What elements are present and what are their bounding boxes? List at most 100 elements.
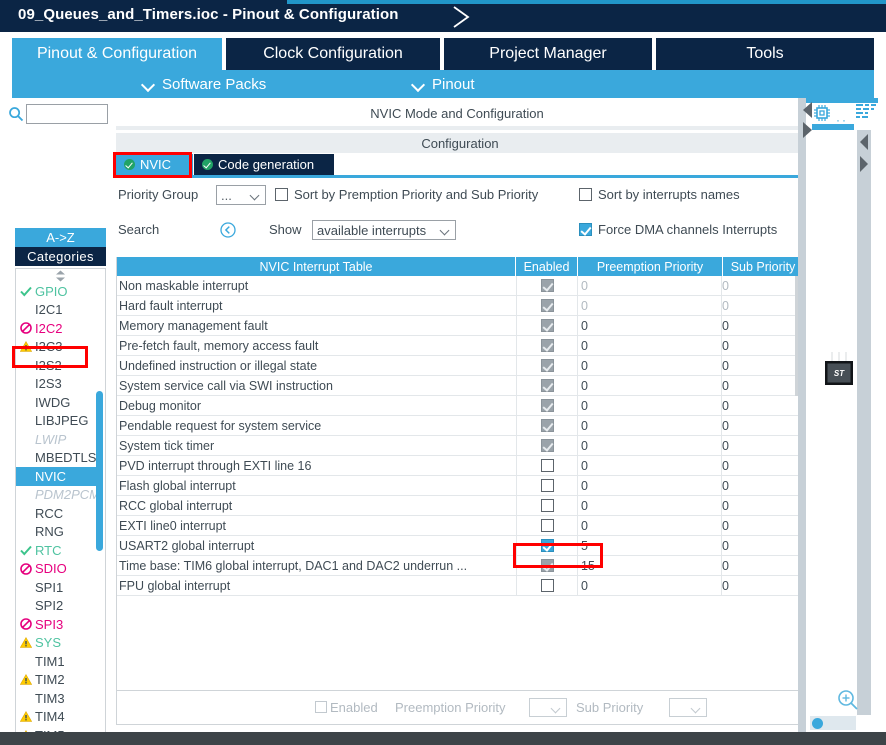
preemption-priority-cell[interactable]: 0 [581,579,588,593]
sidebar-item-spi1[interactable]: SPI1 [16,578,98,597]
tab-project-manager[interactable]: Project Manager [444,38,654,70]
table-row[interactable]: Undefined instruction or illegal state 0 0 [117,356,803,376]
force-dma-checkbox[interactable] [579,223,592,236]
sub-priority-cell[interactable]: 0 [722,519,729,533]
preemption-priority-cell[interactable]: 15 [581,559,595,573]
chip-preview-graphic[interactable]: ST [822,352,856,388]
config-tab-nvic[interactable]: NVIC [116,154,193,175]
preemption-priority-cell[interactable]: 0 [581,419,588,433]
table-row[interactable]: USART2 global interrupt 5 0 [117,536,803,556]
sidebar-item-tim1[interactable]: TIM1 [16,652,98,671]
sub-priority-cell[interactable]: 0 [722,279,729,293]
tab-clock-configuration[interactable]: Clock Configuration [226,38,442,70]
enabled-checkbox[interactable] [541,579,554,592]
peripheral-list-vscrollbar[interactable] [96,391,103,551]
zoom-in-icon[interactable] [836,688,860,712]
preemption-priority-cell[interactable]: 0 [581,499,588,513]
sidebar-item-sys[interactable]: SYS [16,634,98,653]
chip-icon[interactable] [812,103,832,123]
bottom-preemption-select[interactable] [529,698,567,717]
preemption-priority-cell[interactable]: 0 [581,479,588,493]
table-row[interactable]: Memory management fault 0 0 [117,316,803,336]
preemption-priority-cell[interactable]: 0 [581,399,588,413]
table-row[interactable]: Debug monitor 0 0 [117,396,803,416]
sidebar-item-tim4[interactable]: TIM4 [16,708,98,727]
priority-group-select[interactable]: ... [216,185,266,205]
sidebar-item-i2s2[interactable]: I2S2 [16,356,98,375]
preemption-priority-cell[interactable]: 5 [581,539,588,553]
sidebar-item-i2s3[interactable]: I2S3 [16,375,98,394]
sub-priority-cell[interactable]: 0 [722,399,729,413]
table-row[interactable]: EXTI line0 interrupt 0 0 [117,516,803,536]
software-packs-menu[interactable]: Software Packs [142,70,266,98]
sidebar-item-spi3[interactable]: SPI3 [16,615,98,634]
sub-priority-cell[interactable]: 0 [722,339,729,353]
sub-priority-cell[interactable]: 0 [722,419,729,433]
column-header-interrupt-table[interactable]: NVIC Interrupt Table [117,257,515,276]
sidebar-item-sdio[interactable]: SDIO [16,560,98,579]
sub-priority-cell[interactable]: 0 [722,579,729,593]
sub-priority-cell[interactable]: 0 [722,499,729,513]
sidebar-item-spi2[interactable]: SPI2 [16,597,98,616]
sub-priority-cell[interactable]: 0 [722,479,729,493]
config-tab-code-generation[interactable]: Code generation [194,154,334,175]
table-row[interactable]: FPU global interrupt 0 0 [117,576,803,596]
sub-priority-cell[interactable]: 0 [722,539,729,553]
pin-list-icon[interactable] [856,104,876,122]
sidebar-item-lwip[interactable]: LWIP [16,430,98,449]
sort-a-to-z-button[interactable]: A->Z [15,228,106,247]
preemption-priority-cell[interactable]: 0 [581,439,588,453]
preview-hscrollbar-thumb[interactable] [812,718,823,729]
preemption-priority-cell[interactable]: 0 [581,339,588,353]
table-row[interactable]: Pendable request for system service 0 0 [117,416,803,436]
bottom-sub-priority-select[interactable] [669,698,707,717]
table-row[interactable]: RCC global interrupt 0 0 [117,496,803,516]
table-row[interactable]: System tick timer 0 0 [117,436,803,456]
table-row[interactable]: Pre-fetch fault, memory access fault 0 0 [117,336,803,356]
sidebar-item-rtc[interactable]: RTC [16,541,98,560]
sub-priority-cell[interactable]: 0 [722,359,729,373]
preemption-priority-cell[interactable]: 0 [581,379,588,393]
pinout-menu[interactable]: Pinout [412,70,475,98]
sidebar-search-input[interactable] [26,104,108,124]
bottom-enabled-checkbox[interactable] [315,701,327,713]
tab-pinout-and-configuration[interactable]: Pinout & Configuration [12,38,224,70]
sub-priority-cell[interactable]: 0 [722,319,729,333]
sub-priority-cell[interactable]: 0 [722,459,729,473]
sub-priority-cell[interactable]: 0 [722,379,729,393]
peripheral-list[interactable]: GPIO I2C1 I2C2 I2C3 I2S2 I2S3 IWDG LIBJPEG LWIP M… [15,268,106,745]
tab-tools[interactable]: Tools [656,38,874,70]
circle-left-arrow-icon[interactable] [220,222,236,238]
sidebar-item-pdm2pcm[interactable]: PDM2PCM [16,486,100,505]
enabled-checkbox[interactable] [541,459,554,472]
enabled-checkbox[interactable] [541,499,554,512]
sidebar-item-nvic[interactable]: NVIC [16,467,98,486]
column-header-enabled[interactable]: Enabled [516,257,577,276]
sidebar-item-tim3[interactable]: TIM3 [16,689,98,708]
sub-priority-cell[interactable]: 0 [722,559,729,573]
sidebar-item-i2c3[interactable]: I2C3 [16,338,98,357]
enabled-checkbox[interactable] [541,539,554,552]
preemption-priority-cell[interactable]: 0 [581,359,588,373]
show-filter-select[interactable]: available interrupts [312,220,456,240]
sidebar-item-rng[interactable]: RNG [16,523,98,542]
table-row[interactable]: Non maskable interrupt 0 0 [117,276,803,296]
sort-categories-button[interactable]: Categories [15,247,106,266]
sub-priority-cell[interactable]: 0 [722,299,729,313]
table-row[interactable]: Time base: TIM6 global interrupt, DAC1 a… [117,556,803,576]
sidebar-item-rcc[interactable]: RCC [16,504,98,523]
sort-by-preemption-checkbox[interactable] [275,188,288,201]
sidebar-item-i2c2[interactable]: I2C2 [16,319,98,338]
enabled-checkbox[interactable] [541,479,554,492]
preemption-priority-cell[interactable]: 0 [581,519,588,533]
table-row[interactable]: Flash global interrupt 0 0 [117,476,803,496]
sort-by-names-checkbox[interactable] [579,188,592,201]
sidebar-item-i2c1[interactable]: I2C1 [16,301,98,320]
panel-divider[interactable] [798,98,806,732]
sidebar-item-tim2[interactable]: TIM2 [16,671,98,690]
sidebar-item-iwdg[interactable]: IWDG [16,393,98,412]
column-header-sub-priority[interactable]: Sub Priority [723,257,803,276]
sub-priority-cell[interactable]: 0 [722,439,729,453]
preview-scrollbar[interactable] [857,130,871,715]
column-header-preemption-priority[interactable]: Preemption Priority [578,257,722,276]
